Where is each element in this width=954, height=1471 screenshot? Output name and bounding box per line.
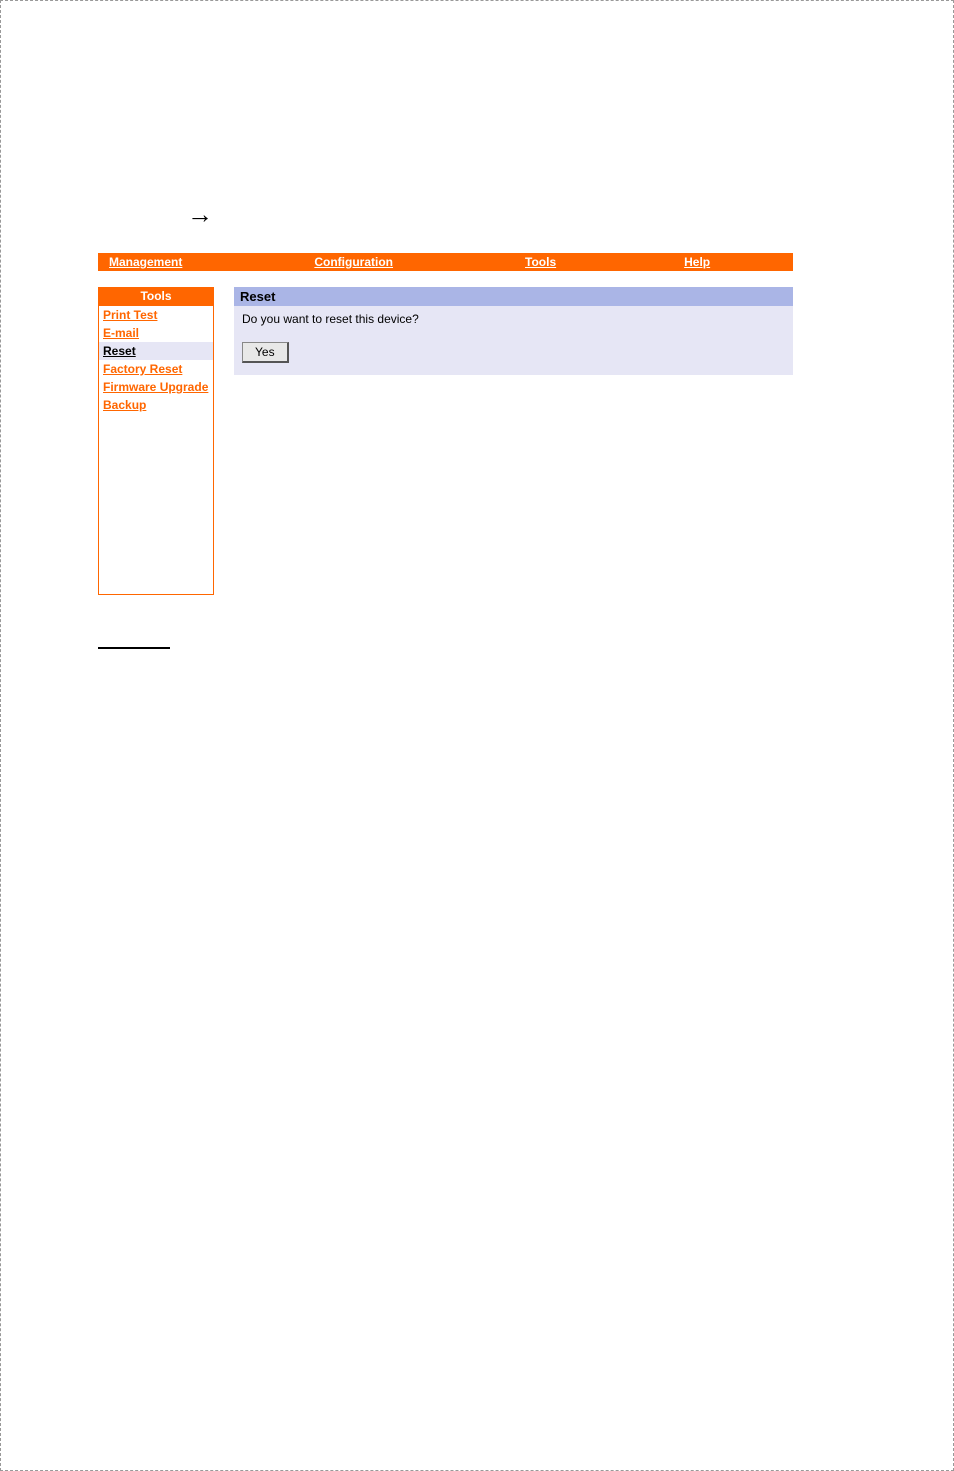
bottom-rule [98,647,170,649]
sidebar-item-firmware-upgrade[interactable]: Firmware Upgrade [99,378,213,396]
sidebar-item-factory-reset[interactable]: Factory Reset [99,360,213,378]
breadcrumb-arrow: → [187,199,213,230]
content-title: Reset [234,287,793,306]
sidebar: Tools Print Test E-mail Reset Factory Re… [98,287,214,595]
sidebar-label-reset: Reset [103,344,136,358]
sidebar-item-backup[interactable]: Backup [99,396,213,414]
reset-message: Do you want to reset this device? [242,312,785,326]
top-navigation: Management Configuration Tools Help [98,253,793,271]
nav-management[interactable]: Management [105,255,186,269]
app-container: Management Configuration Tools Help Tool… [98,253,793,595]
sidebar-item-print-test[interactable]: Print Test [99,306,213,324]
yes-button[interactable]: Yes [242,342,289,363]
sidebar-link-backup[interactable]: Backup [103,398,146,412]
sidebar-link-print-test[interactable]: Print Test [103,308,157,322]
sidebar-item-reset[interactable]: Reset [99,342,213,360]
body-row: Tools Print Test E-mail Reset Factory Re… [98,287,793,595]
nav-tools[interactable]: Tools [521,255,560,269]
nav-configuration[interactable]: Configuration [310,255,397,269]
sidebar-link-firmware-upgrade[interactable]: Firmware Upgrade [103,380,208,394]
sidebar-item-email[interactable]: E-mail [99,324,213,342]
content-panel: Reset Do you want to reset this device? … [234,287,793,375]
sidebar-link-factory-reset[interactable]: Factory Reset [103,362,182,376]
sidebar-title: Tools [99,288,213,306]
nav-help[interactable]: Help [680,255,714,269]
sidebar-link-email[interactable]: E-mail [103,326,139,340]
content-body: Do you want to reset this device? Yes [234,306,793,375]
